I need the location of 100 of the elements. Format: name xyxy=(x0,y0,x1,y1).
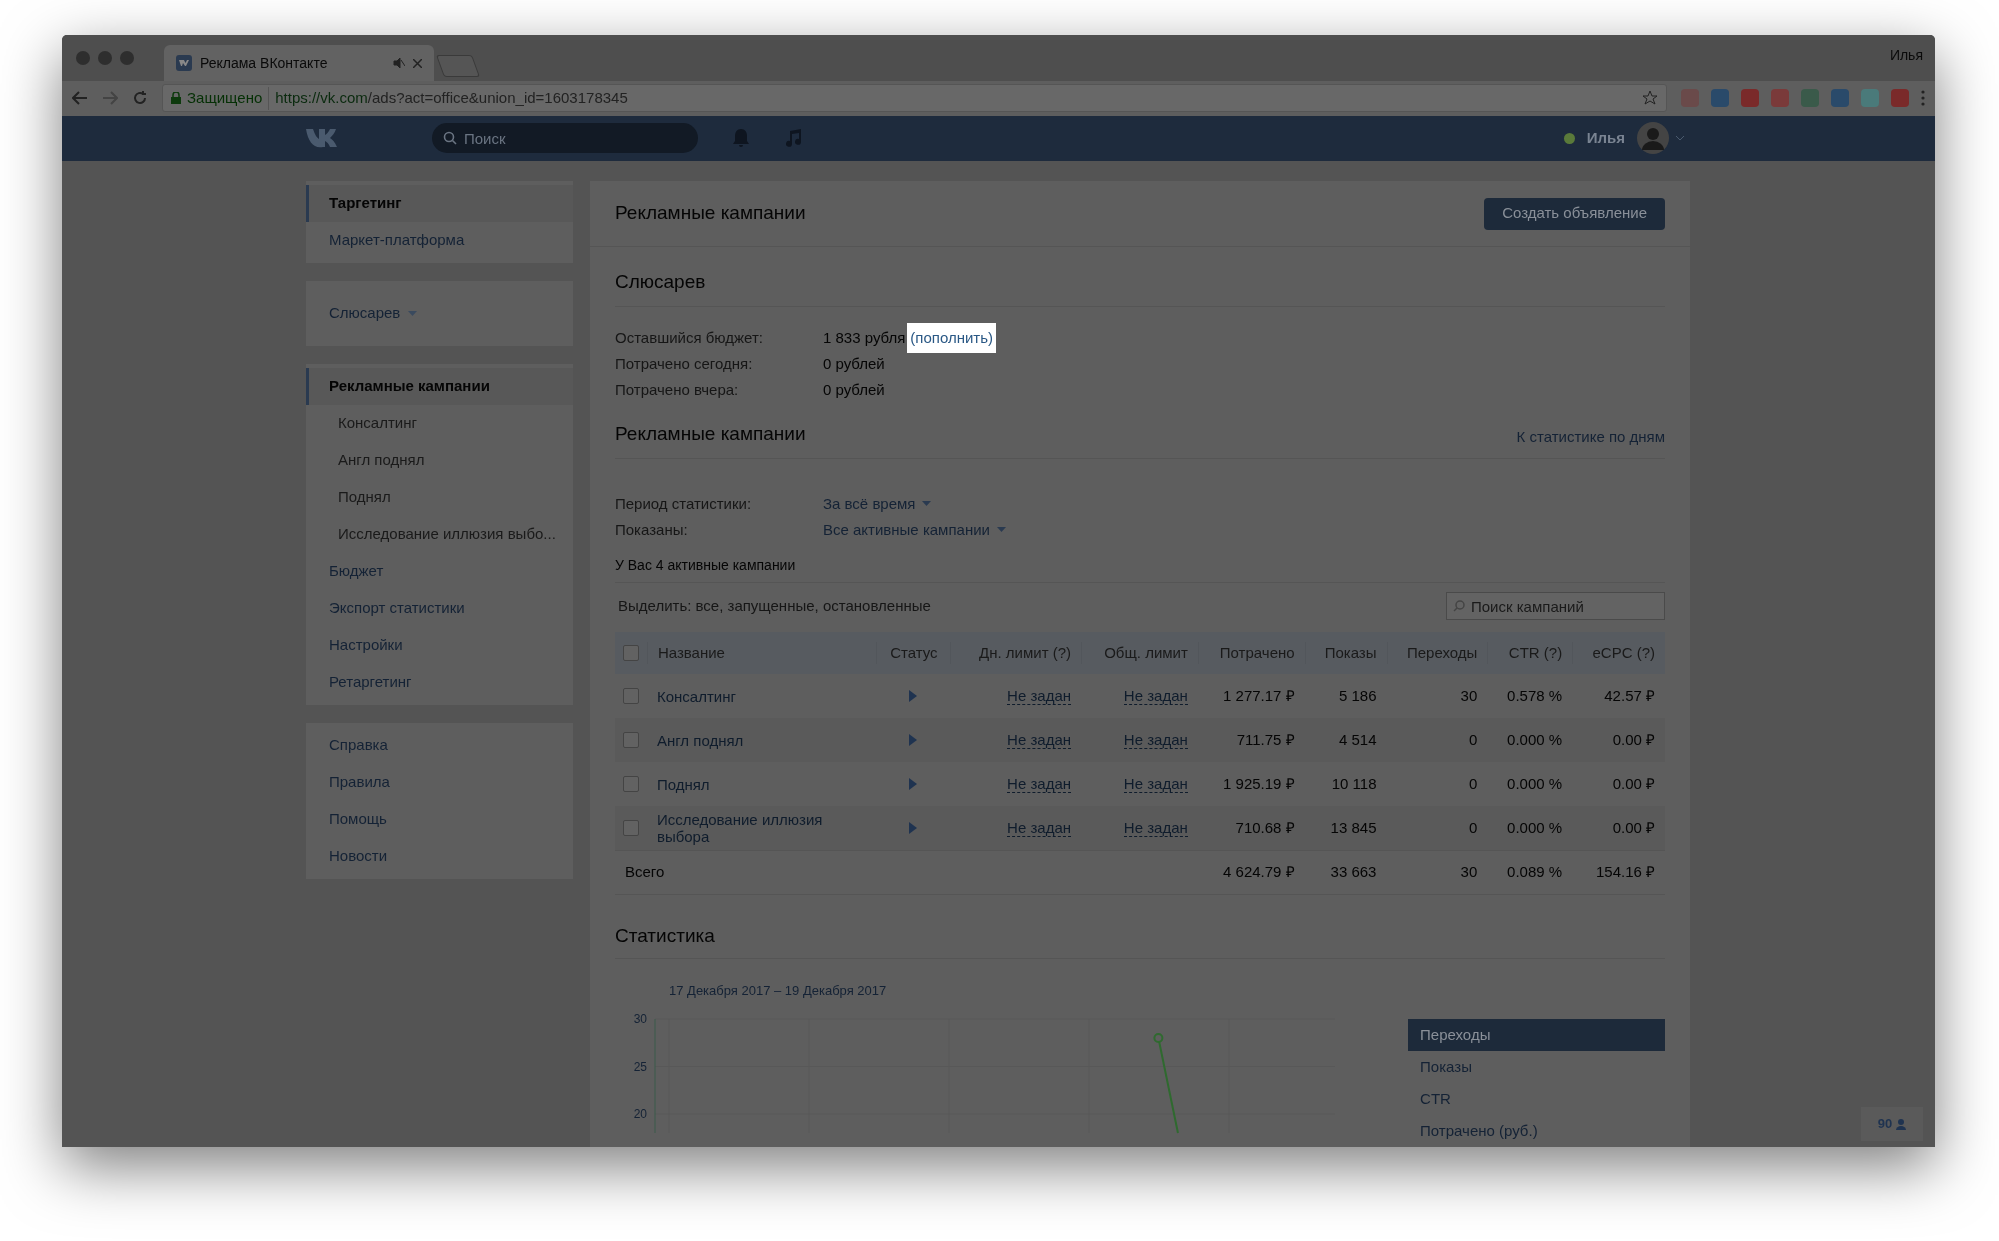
limit-link[interactable]: Не задан xyxy=(1007,731,1072,749)
table-cell-text: 0.578 % xyxy=(1506,685,1564,706)
extension-icon[interactable] xyxy=(1771,89,1789,108)
campaign-name-link[interactable]: Поднял xyxy=(656,775,867,793)
extension-icon[interactable] xyxy=(1861,89,1879,108)
field-value: 1 833 рубля xyxy=(823,327,906,348)
field-label: Оставшийся бюджет: xyxy=(615,327,764,348)
create-ad-button[interactable]: Создать объявление xyxy=(1484,197,1665,230)
window-control[interactable] xyxy=(120,51,134,66)
column-header[interactable]: CTR (?) xyxy=(1487,641,1573,665)
sidebar-item[interactable]: Настройки xyxy=(306,627,573,664)
bell-icon[interactable] xyxy=(732,128,750,149)
sidebar-item[interactable]: Ретаргетинг xyxy=(306,664,573,701)
user-name[interactable]: Илья xyxy=(1586,127,1625,150)
column-header[interactable]: eCPC (?) xyxy=(1572,641,1665,665)
music-note-icon[interactable] xyxy=(784,128,802,149)
table-cell-text: 5 186 xyxy=(1337,685,1378,706)
extension-icon[interactable] xyxy=(1711,89,1729,108)
sidebar-item[interactable]: Рекламные кампании xyxy=(306,368,573,405)
limit-link[interactable]: Не задан xyxy=(1123,687,1188,705)
extension-icon[interactable] xyxy=(1831,89,1849,108)
forward-icon[interactable] xyxy=(102,91,118,106)
table-cell-text: 711.75 ₽ xyxy=(1235,729,1296,750)
limit-link[interactable]: Не задан xyxy=(1007,819,1072,837)
url-text: https://vk.com/ads?act=office&union_id=1603178345 xyxy=(275,88,628,109)
sidebar-item[interactable]: Слюсарев xyxy=(306,295,573,332)
sidebar-item[interactable]: Маркет-платформа xyxy=(306,222,573,259)
sidebar-item[interactable]: Таргетинг xyxy=(306,185,573,222)
extension-icon[interactable] xyxy=(1741,89,1759,108)
vk-logo-icon xyxy=(176,55,192,72)
metric-option[interactable]: Потрачено (руб.) xyxy=(1408,1115,1665,1147)
sidebar-item[interactable]: Бюджет xyxy=(306,553,573,590)
sidebar-item[interactable]: Поднял xyxy=(306,479,573,516)
limit-link[interactable]: Не задан xyxy=(1007,687,1072,705)
sidebar-item[interactable]: Исследование иллюзия выбо... xyxy=(306,516,573,553)
play-icon[interactable] xyxy=(909,778,918,790)
sidebar-item[interactable]: Помощь xyxy=(306,801,573,838)
sidebar-item[interactable]: Консалтинг xyxy=(306,405,573,442)
sidebar-item[interactable]: Англ поднял xyxy=(306,442,573,479)
search-icon xyxy=(1453,600,1465,612)
new-tab-button[interactable] xyxy=(436,55,480,78)
extension-icon[interactable] xyxy=(1801,89,1819,108)
play-icon[interactable] xyxy=(909,822,918,834)
filter-dropdown[interactable]: За всё время xyxy=(823,492,932,516)
limit-link[interactable]: Не задан xyxy=(1123,775,1188,793)
campaign-search-field[interactable]: Поиск кампаний xyxy=(1446,592,1665,620)
sidebar-item[interactable]: Новости xyxy=(306,838,573,875)
sidebar-item[interactable]: Правила xyxy=(306,764,573,801)
limit-link[interactable]: Не задан xyxy=(1123,819,1188,837)
column-header[interactable]: Статус xyxy=(876,641,951,665)
checkbox[interactable] xyxy=(622,645,639,661)
column-header[interactable]: Показы xyxy=(1304,641,1387,665)
checkbox[interactable] xyxy=(622,820,639,836)
select-filter-text: Выделить: все, запущенные, остановленные xyxy=(617,595,931,616)
y-tick-label: 20 xyxy=(633,1106,647,1121)
muted-speaker-icon[interactable] xyxy=(393,57,405,70)
checkbox[interactable] xyxy=(622,688,639,704)
sidebar-item[interactable]: Справка xyxy=(306,727,573,764)
checkbox[interactable] xyxy=(622,776,639,792)
window-control[interactable] xyxy=(98,51,112,66)
sidebar-item[interactable]: Экспорт статистики xyxy=(306,590,573,627)
avatar[interactable] xyxy=(1637,122,1669,155)
limit-link[interactable]: Не задан xyxy=(1123,731,1188,749)
campaign-name-link[interactable]: Консалтинг xyxy=(656,687,867,705)
filter-dropdown[interactable]: Все активные кампании xyxy=(823,518,1006,542)
metric-option[interactable]: Переходы xyxy=(1408,1019,1665,1051)
table-cell-text: 13 845 xyxy=(1329,817,1378,838)
campaign-name-link[interactable]: Англ поднял xyxy=(656,731,867,749)
window-control[interactable] xyxy=(76,51,90,66)
column-header[interactable]: Переходы xyxy=(1386,641,1488,665)
reload-icon[interactable] xyxy=(132,90,148,107)
daily-stats-link[interactable]: К статистике по дням xyxy=(1516,425,1665,448)
star-icon[interactable] xyxy=(1642,90,1658,107)
limit-link[interactable]: Не задан xyxy=(1007,775,1072,793)
back-icon[interactable] xyxy=(72,91,88,106)
checkbox[interactable] xyxy=(622,732,639,748)
table-cell-text: 0.00 ₽ xyxy=(1611,773,1656,794)
close-icon[interactable] xyxy=(413,58,422,68)
column-header[interactable]: Название xyxy=(646,641,877,665)
column-header[interactable]: Дн. лимит (?) xyxy=(950,641,1082,665)
section-title: Слюсарев xyxy=(615,269,706,294)
table-cell-text: 710.68 ₽ xyxy=(1234,817,1296,838)
caret-icon[interactable] xyxy=(1675,135,1685,142)
menu-icon[interactable] xyxy=(1921,90,1925,107)
extension-icon[interactable] xyxy=(1891,89,1909,108)
browser-tab[interactable]: Реклама ВКонтакте xyxy=(164,45,434,82)
online-friends-badge[interactable]: 90 xyxy=(1861,1107,1923,1141)
metric-option[interactable]: Показы xyxy=(1408,1051,1665,1083)
top-up-link[interactable]: (пополнить) xyxy=(907,322,997,354)
table-cell-text: 4 514 xyxy=(1337,729,1378,750)
field-label: Потрачено вчера: xyxy=(615,379,740,400)
column-header[interactable]: Общ. лимит xyxy=(1081,641,1198,665)
play-icon[interactable] xyxy=(909,690,918,702)
address-field[interactable]: Защищено https://vk.com/ads?act=office&union_id=1603178345 xyxy=(162,84,1667,113)
profile-name[interactable]: Илья xyxy=(1889,45,1923,66)
search-field[interactable]: Поиск xyxy=(432,123,698,154)
column-header[interactable]: Потрачено xyxy=(1197,641,1305,665)
metric-option[interactable]: CTR xyxy=(1408,1083,1665,1115)
campaign-name-link[interactable]: Исследование иллюзия выбора xyxy=(656,811,867,845)
play-icon[interactable] xyxy=(909,734,918,746)
